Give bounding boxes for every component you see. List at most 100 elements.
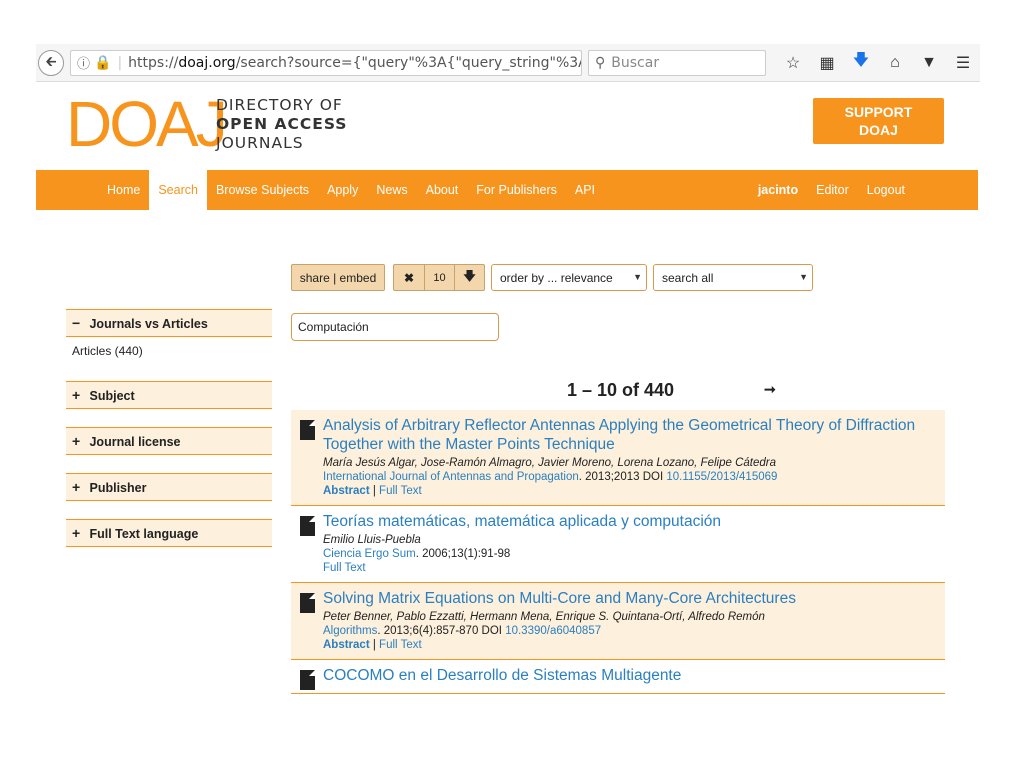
browser-toolbar-icons: ☆ ▦ 🡇 ⌂ ▼ ☰ [776, 49, 980, 76]
facet-subject[interactable]: + Subject [66, 381, 272, 409]
link-separator: | [369, 639, 380, 651]
result-authors: Emilio Lluis-Puebla [323, 534, 421, 546]
facet-label: Journal license [89, 435, 181, 449]
result-authors: María Jesús Algar, Jose-Ramón Almagro, J… [323, 457, 776, 469]
facet-collapse-icon: − [72, 315, 81, 331]
nav-about[interactable]: About [417, 170, 468, 210]
result-citation: . 2006;13(1):91-98 [415, 548, 511, 560]
full-text-link[interactable]: Full Text [379, 485, 422, 497]
nav-search[interactable]: Search [149, 170, 207, 210]
nav-news[interactable]: News [367, 170, 416, 210]
facet-full-text-language[interactable]: + Full Text language [66, 519, 272, 547]
back-arrow-icon[interactable]: 🡰 [38, 49, 64, 76]
result-title[interactable]: Teorías matemáticas, matemática aplicada… [323, 512, 935, 531]
nav-logout[interactable]: Logout [858, 170, 914, 210]
result-source: Ciencia Ergo Sum. 2006;13(1):91-98 [323, 548, 935, 560]
search-toolbar: share | embed ✖ 10 🡇 order by ... releva… [291, 264, 813, 291]
address-divider: | [117, 54, 123, 71]
order-by-select[interactable]: order by ... relevance ▼ [491, 264, 647, 291]
nav-user-area: jacinto Editor Logout [749, 170, 914, 210]
facet-journals-vs-articles[interactable]: − Journals vs Articles [66, 309, 272, 337]
full-text-link[interactable]: Full Text [323, 562, 366, 574]
lock-icon: 🔒 [94, 54, 112, 71]
result-title[interactable]: Solving Matrix Equations on Multi-Core a… [323, 589, 935, 608]
pocket-icon[interactable]: ▼ [912, 54, 946, 72]
doaj-logo-text: DIRECTORY OF OPEN ACCESS JOURNALS [216, 96, 347, 153]
facet-label: Subject [89, 389, 135, 403]
browser-search-input[interactable]: ⚲ Buscar [588, 49, 766, 76]
main-nav: Home Search Browse Subjects Apply News A… [36, 170, 978, 210]
facet-journal-license[interactable]: + Journal license [66, 427, 272, 455]
result-title[interactable]: COCOMO en el Desarrollo de Sistemas Mult… [323, 666, 935, 685]
menu-icon[interactable]: ☰ [946, 53, 980, 73]
result-links: Abstract | Full Text [323, 639, 935, 651]
search-icon: ⚲ [595, 54, 606, 71]
info-icon[interactable]: ⓘ [77, 53, 90, 72]
support-doaj-button[interactable]: SUPPORT DOAJ [813, 98, 944, 144]
document-icon [300, 516, 315, 536]
support-line-1: SUPPORT [844, 104, 913, 120]
nav-browse-subjects[interactable]: Browse Subjects [207, 170, 318, 210]
result-journal-link[interactable]: Ciencia Ergo Sum [323, 548, 416, 560]
result-source: International Journal of Antennas and Pr… [323, 471, 935, 483]
order-by-value: order by ... relevance [500, 270, 613, 285]
query-input[interactable]: Computación [291, 313, 499, 341]
result-source: Algorithms. 2013;6(4):857-870 DOI 10.339… [323, 625, 935, 637]
browser-search-placeholder: Buscar [611, 54, 660, 71]
bookmark-star-icon[interactable]: ☆ [776, 53, 810, 73]
url-domain: doaj.org [178, 54, 236, 71]
share-embed-button[interactable]: share | embed [291, 264, 385, 291]
result-doi-link[interactable]: 10.1155/2013/415069 [666, 471, 777, 483]
clear-icon[interactable]: ✖ [394, 265, 424, 290]
document-icon [300, 420, 315, 440]
nav-username[interactable]: jacinto [749, 170, 807, 210]
facet-publisher[interactable]: + Publisher [66, 473, 272, 501]
logo-line-3: JOURNALS [216, 134, 304, 152]
logo-line-1: DIRECTORY OF [216, 96, 343, 114]
browser-toolbar: 🡰 ⓘ 🔒 | https://doaj.org/search?source={… [36, 44, 980, 82]
abstract-link[interactable]: Abstract [323, 485, 370, 497]
facet-expand-icon: + [72, 525, 81, 541]
facet-label: Journals vs Articles [89, 317, 208, 331]
facet-label: Full Text language [89, 527, 199, 541]
page-size-controls: ✖ 10 🡇 [393, 264, 485, 291]
result-title[interactable]: Analysis of Arbitrary Reflector Antennas… [323, 416, 935, 454]
facet-label: Publisher [89, 481, 147, 495]
nav-apply[interactable]: Apply [318, 170, 367, 210]
result-journal-link[interactable]: International Journal of Antennas and Pr… [323, 471, 579, 483]
address-bar[interactable]: ⓘ 🔒 | https://doaj.org/search?source={"q… [70, 49, 582, 76]
url-prefix: https:// [128, 54, 179, 71]
result-journal-link[interactable]: Algorithms [323, 625, 377, 637]
search-field-select[interactable]: search all ▼ [653, 264, 813, 291]
doaj-logo[interactable]: DOAJ [66, 92, 228, 156]
page-size-value[interactable]: 10 [424, 265, 454, 290]
facet-expand-icon: + [72, 479, 81, 495]
next-page-icon[interactable]: ➞ [764, 381, 776, 398]
search-field-value: search all [662, 270, 714, 285]
downloads-icon[interactable]: 🡇 [844, 49, 878, 76]
result-item: Teorías matemáticas, matemática aplicada… [291, 506, 945, 583]
result-item: Analysis of Arbitrary Reflector Antennas… [291, 410, 945, 506]
support-line-2: DOAJ [859, 122, 898, 138]
reading-list-icon[interactable]: ▦ [810, 53, 844, 73]
result-doi-link[interactable]: 10.3390/a6040857 [505, 625, 601, 637]
document-icon [300, 593, 315, 613]
facet-expand-icon: + [72, 387, 81, 403]
result-citation: . 2013;2013 DOI [578, 471, 667, 483]
full-text-link[interactable]: Full Text [379, 639, 422, 651]
result-citation: . 2013;6(4):857-870 DOI [377, 625, 506, 637]
nav-api[interactable]: API [566, 170, 604, 210]
link-separator: | [369, 485, 380, 497]
nav-home[interactable]: Home [98, 170, 149, 210]
increase-page-size-icon[interactable]: 🡇 [454, 265, 484, 290]
result-links: Abstract | Full Text [323, 485, 935, 497]
abstract-link[interactable]: Abstract [323, 639, 370, 651]
logo-line-2: OPEN ACCESS [216, 115, 348, 133]
result-item: Solving Matrix Equations on Multi-Core a… [291, 583, 945, 660]
result-links: Full Text [323, 562, 935, 574]
nav-editor[interactable]: Editor [807, 170, 858, 210]
nav-for-publishers[interactable]: For Publishers [467, 170, 566, 210]
url-path: /search?source={"query"%3A{"query_string… [235, 54, 582, 71]
home-icon[interactable]: ⌂ [878, 54, 912, 72]
facet-value-articles[interactable]: Articles (440) [72, 344, 143, 358]
